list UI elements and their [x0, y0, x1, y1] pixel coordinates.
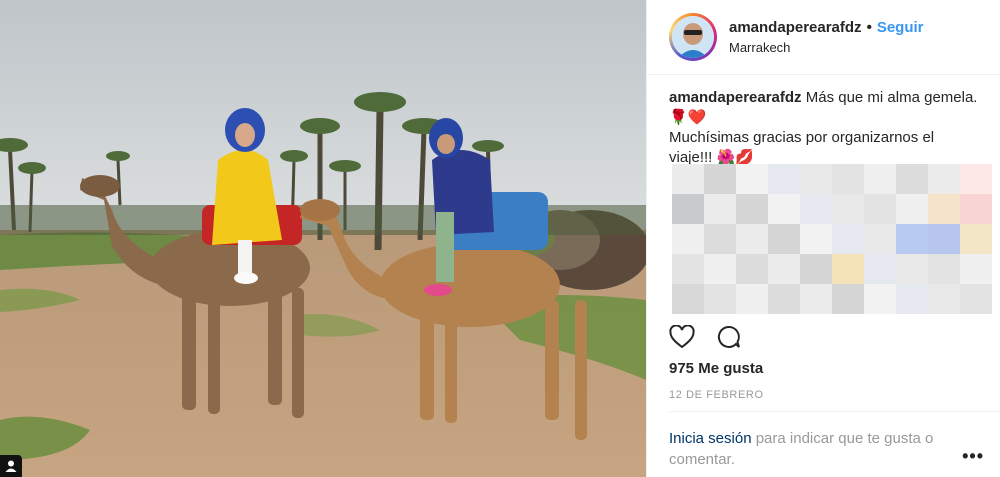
obscured-pixel [864, 164, 896, 194]
obscured-pixel [960, 254, 992, 284]
username[interactable]: amandaperearafdz [729, 19, 862, 36]
obscured-pixel [736, 164, 768, 194]
user-tag-icon[interactable] [0, 455, 22, 477]
obscured-pixel [960, 164, 992, 194]
obscured-pixel [832, 284, 864, 314]
obscured-pixel [736, 224, 768, 254]
obscured-pixel [928, 224, 960, 254]
avatar[interactable] [669, 13, 717, 61]
obscured-pixel [928, 164, 960, 194]
caption-username[interactable]: amandaperearafdz [669, 89, 802, 106]
post-actions [669, 324, 741, 354]
obscured-pixel [768, 164, 800, 194]
caption-emoji-1: 🌹❤️ [669, 109, 707, 126]
obscured-pixel [736, 194, 768, 224]
obscured-pixel [960, 194, 992, 224]
obscured-pixel [704, 284, 736, 314]
obscured-pixel [672, 164, 704, 194]
caption: amandaperearafdz Más que mi alma gemela.… [647, 75, 1000, 168]
obscured-pixel [704, 224, 736, 254]
caption-text-2: Muchísimas gracias por organizarnos el v… [669, 129, 935, 166]
obscured-pixel [704, 194, 736, 224]
obscured-comments [672, 164, 992, 314]
obscured-pixel [896, 164, 928, 194]
obscured-pixel [800, 224, 832, 254]
obscured-pixel [864, 224, 896, 254]
obscured-pixel [896, 284, 928, 314]
location-link[interactable]: Marrakech [729, 40, 924, 55]
camel-photo [0, 0, 646, 477]
comment-icon[interactable] [715, 325, 741, 354]
obscured-pixel [832, 224, 864, 254]
follow-button[interactable]: Seguir [877, 19, 924, 36]
obscured-pixel [832, 164, 864, 194]
obscured-pixel [768, 224, 800, 254]
avatar-image [672, 16, 714, 58]
obscured-pixel [896, 254, 928, 284]
obscured-pixel [736, 254, 768, 284]
separator-dot: • [866, 19, 872, 36]
obscured-pixel [672, 254, 704, 284]
post-date: 12 DE FEBRERO [669, 389, 764, 401]
obscured-pixel [768, 284, 800, 314]
obscured-pixel [704, 254, 736, 284]
obscured-pixel [896, 224, 928, 254]
obscured-pixel [928, 194, 960, 224]
obscured-pixel [800, 254, 832, 284]
obscured-pixel [736, 284, 768, 314]
obscured-pixel [800, 284, 832, 314]
obscured-pixel [896, 194, 928, 224]
divider [669, 411, 1000, 412]
obscured-pixel [672, 224, 704, 254]
caption-text: Más que mi alma gemela. [805, 89, 978, 106]
post-header: amandaperearafdz • Seguir Marrakech [647, 0, 1000, 75]
login-prompt: Inicia sesión para indicar que te gusta … [669, 428, 969, 470]
obscured-pixel [768, 254, 800, 284]
obscured-pixel [672, 194, 704, 224]
obscured-pixel [800, 164, 832, 194]
obscured-pixel [864, 284, 896, 314]
obscured-pixel [832, 194, 864, 224]
post-photo[interactable] [0, 0, 646, 477]
obscured-pixel [768, 194, 800, 224]
obscured-pixel [832, 254, 864, 284]
heart-icon[interactable] [669, 324, 695, 354]
obscured-pixel [960, 284, 992, 314]
obscured-pixel [960, 224, 992, 254]
obscured-pixel [672, 284, 704, 314]
obscured-pixel [928, 284, 960, 314]
obscured-pixel [864, 194, 896, 224]
obscured-pixel [928, 254, 960, 284]
obscured-pixel [800, 194, 832, 224]
login-link[interactable]: Inicia sesión [669, 430, 752, 447]
obscured-pixel [704, 164, 736, 194]
post-viewer: amandaperearafdz • Seguir Marrakech aman… [0, 0, 1000, 477]
obscured-pixel [864, 254, 896, 284]
like-count[interactable]: 975 Me gusta [669, 360, 763, 377]
more-options-icon[interactable]: ••• [962, 446, 984, 467]
